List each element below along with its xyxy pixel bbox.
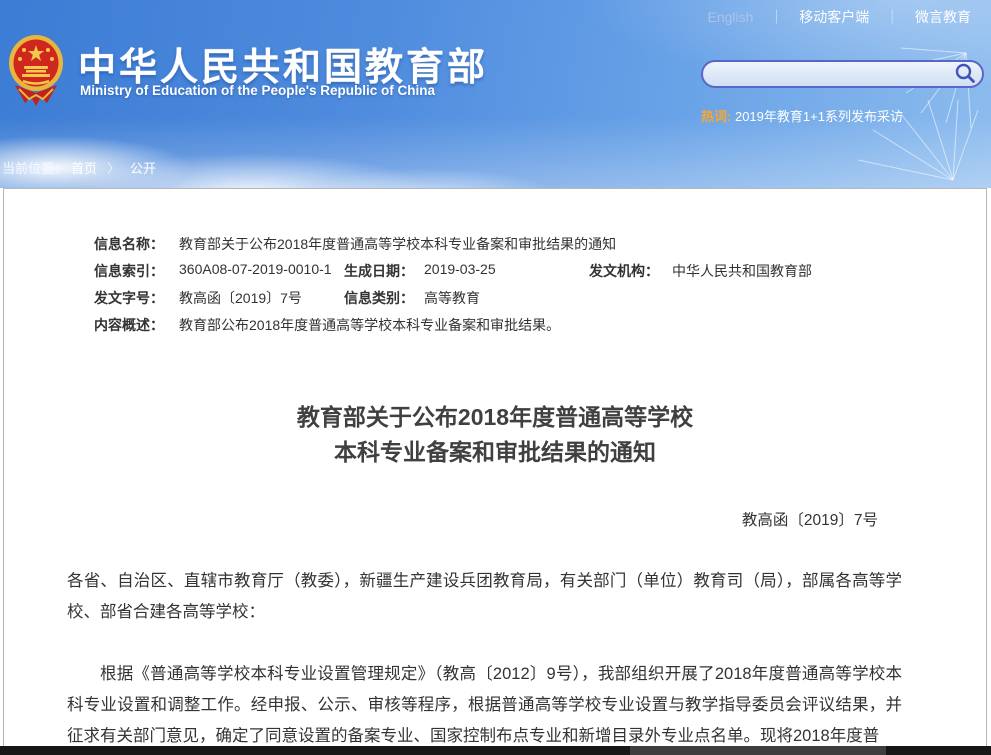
meta-date-label: 生成日期： (344, 261, 414, 281)
meta-category-label: 信息类别： (344, 288, 414, 308)
page: { "header": { "site_title_cn": "中华人民共和国教… (0, 0, 991, 755)
meta-agency-value: 中华人民共和国教育部 (672, 261, 812, 281)
search-button[interactable] (952, 62, 978, 86)
meta-docno-label: 发文字号： (94, 288, 164, 308)
site-header: 中华人民共和国教育部 Ministry of Education of the … (0, 0, 991, 188)
meta-category-value: 高等教育 (424, 288, 480, 308)
breadcrumb-home[interactable]: 首页 (71, 161, 97, 176)
document-meta: 信息名称： 教育部关于公布2018年度普通高等学校本科专业备案和审批结果的通知 … (94, 234, 986, 344)
document-title-line1: 教育部关于公布2018年度普通高等学校 (297, 404, 693, 430)
meta-index-label: 信息索引： (94, 261, 164, 281)
link-separator: ｜ (885, 9, 899, 25)
search-input[interactable] (703, 63, 952, 85)
top-nav: English ｜ 移动客户端 ｜ 微言教育 (708, 7, 971, 27)
link-english[interactable]: English (708, 9, 754, 25)
site-subtitle-en: Ministry of Education of the People's Re… (80, 83, 435, 98)
link-mobile-client[interactable]: 移动客户端 (799, 9, 869, 25)
paragraph-recipients: 各省、自治区、直辖市教育厅（教委），新疆生产建设兵团教育局，有关部门（单位）教育… (67, 566, 902, 628)
paragraph-main: 根据《普通高等学校本科专业设置管理规定》（教高〔2012〕9号），我部组织开展了… (67, 659, 902, 752)
meta-summary-value: 教育部公布2018年度普通高等学校本科专业备案和审批结果。 (179, 315, 560, 335)
document-body: 各省、自治区、直辖市教育厅（教委），新疆生产建设兵团教育局，有关部门（单位）教育… (4, 566, 986, 752)
meta-date-value: 2019-03-25 (424, 261, 496, 277)
breadcrumb: 当前位置： 首页〉公开 (2, 158, 160, 177)
link-weiyan-education[interactable]: 微言教育 (915, 9, 971, 25)
horizontal-scrollbar[interactable] (0, 746, 991, 755)
meta-name-label: 信息名称： (94, 234, 164, 254)
hot-words-link[interactable]: 2019年教育1+1系列发布采访 (735, 109, 903, 124)
document-title: 教育部关于公布2018年度普通高等学校本科专业备案和审批结果的通知 (4, 400, 986, 470)
meta-summary-label: 内容概述： (94, 315, 164, 335)
search-icon (954, 62, 976, 84)
meta-docno-value: 教高函〔2019〕7号 (179, 288, 302, 308)
link-separator: ｜ (769, 9, 783, 25)
breadcrumb-section[interactable]: 公开 (130, 161, 156, 176)
hot-words: 热词: 2019年教育1+1系列发布采访 (701, 106, 903, 125)
document-title-line2: 本科专业备案和审批结果的通知 (334, 439, 656, 465)
meta-name-value: 教育部关于公布2018年度普通高等学校本科专业备案和审批结果的通知 (179, 234, 616, 254)
breadcrumb-label: 当前位置： (2, 161, 67, 176)
national-emblem-icon (7, 33, 65, 107)
document-number: 教高函〔2019〕7号 (4, 508, 986, 530)
breadcrumb-separator: 〉 (107, 161, 120, 176)
meta-agency-label: 发文机构： (589, 261, 659, 281)
document-panel: 信息名称： 教育部关于公布2018年度普通高等学校本科专业备案和审批结果的通知 … (3, 188, 987, 755)
hot-words-label: 热词: (701, 109, 731, 124)
search-box (701, 60, 984, 88)
meta-index-value: 360A08-07-2019-0010-1 (179, 261, 332, 277)
scrollbar-thumb[interactable] (630, 746, 886, 755)
